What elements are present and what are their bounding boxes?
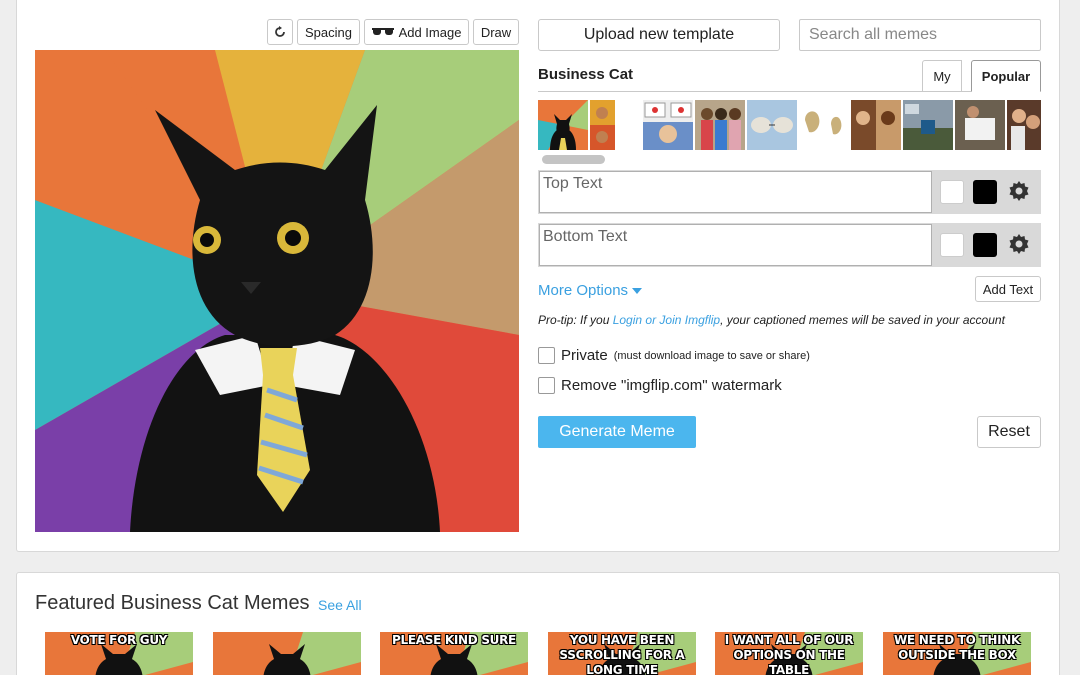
- template-thumbnail[interactable]: [1007, 100, 1041, 150]
- featured-meme-caption: VOTE FOR GUY: [70, 633, 168, 647]
- text-box-row-top: Top Text: [538, 170, 1041, 214]
- add-text-label: Add Text: [982, 281, 1034, 297]
- template-thumbnail[interactable]: [903, 100, 953, 150]
- bottom-text-placeholder: Bottom Text: [543, 228, 628, 245]
- tab-my[interactable]: My: [922, 60, 962, 92]
- template-thumbnail[interactable]: [538, 100, 588, 150]
- rotate-button[interactable]: [267, 19, 293, 45]
- template-thumbnail[interactable]: [799, 100, 849, 150]
- login-join-link[interactable]: Login or Join Imgflip: [613, 313, 720, 327]
- draw-button[interactable]: Draw: [473, 19, 519, 45]
- template-title: Business Cat: [538, 66, 634, 83]
- featured-meme[interactable]: YOU HAVE BEEN SSCROLLING FOR A LONG TIME: [548, 632, 696, 675]
- pro-tip: Pro-tip: If you Login or Join Imgflip, y…: [538, 313, 1005, 327]
- sunglasses-icon: [371, 28, 394, 35]
- featured-meme[interactable]: WE NEED TO THINK OUTSIDE THE BOX: [883, 632, 1031, 675]
- private-label: Private: [561, 347, 608, 364]
- generate-meme-label: Generate Meme: [559, 423, 675, 440]
- top-text-input[interactable]: Top Text: [539, 171, 932, 213]
- featured-meme[interactable]: PLEASE KIND SURE: [380, 632, 528, 675]
- gear-icon[interactable]: [1007, 232, 1031, 256]
- spacing-label: Spacing: [305, 24, 352, 40]
- template-thumbnail[interactable]: [955, 100, 1005, 150]
- draw-label: Draw: [480, 24, 512, 40]
- featured-meme-caption: I WANT ALL OF OUR OPTIONS ON THE TABLE: [724, 633, 854, 675]
- see-all-link[interactable]: See All: [318, 597, 362, 613]
- outline-color-picker[interactable]: [940, 233, 964, 257]
- remove-watermark-label: Remove "imgflip.com" watermark: [561, 377, 782, 394]
- featured-meme-caption: YOU HAVE BEEN SSCROLLING FOR A LONG TIME: [559, 633, 685, 675]
- add-image-label: Add Image: [398, 24, 462, 40]
- reset-button[interactable]: Reset: [977, 416, 1041, 448]
- pro-tip-prefix: Pro-tip: If you: [538, 313, 613, 327]
- featured-title: Featured Business Cat Memes: [35, 592, 310, 614]
- template-thumbnail[interactable]: [747, 100, 797, 150]
- featured-meme[interactable]: I WANT ALL OF OUR OPTIONS ON THE TABLE: [715, 632, 863, 675]
- featured-meme-caption: WE NEED TO THINK OUTSIDE THE BOX: [894, 633, 1020, 662]
- more-options-label: More Options: [538, 282, 629, 299]
- remove-watermark-checkbox[interactable]: [538, 377, 555, 394]
- thumbnail-strip-scrollbar[interactable]: [542, 155, 605, 164]
- upload-template-label: Upload new template: [583, 26, 735, 43]
- reset-label: Reset: [988, 423, 1030, 440]
- bottom-text-input[interactable]: Bottom Text: [539, 224, 932, 266]
- featured-meme[interactable]: VOTE FOR GUY: [45, 632, 193, 675]
- watermark-option[interactable]: Remove "imgflip.com" watermark: [538, 377, 782, 394]
- private-option[interactable]: Private (must download image to save or …: [538, 347, 810, 364]
- generate-meme-button[interactable]: Generate Meme: [538, 416, 696, 448]
- template-thumbnail[interactable]: [695, 100, 745, 150]
- tab-popular[interactable]: Popular: [971, 60, 1041, 92]
- fill-color-picker[interactable]: [973, 180, 997, 204]
- rotate-icon: [275, 26, 285, 37]
- search-memes-input[interactable]: Search all memes: [799, 19, 1041, 51]
- featured-meme[interactable]: [213, 632, 361, 675]
- template-thumbnail[interactable]: [590, 100, 615, 150]
- add-image-button[interactable]: Add Image: [364, 19, 469, 45]
- outline-color-picker[interactable]: [940, 180, 964, 204]
- more-options-toggle[interactable]: More Options: [538, 282, 643, 299]
- template-thumbnail-strip[interactable]: [538, 100, 1041, 152]
- top-text-placeholder: Top Text: [543, 175, 603, 192]
- text-box-row-bottom: Bottom Text: [538, 223, 1041, 267]
- pro-tip-suffix: , your captioned memes will be saved in …: [720, 313, 1005, 327]
- gear-icon[interactable]: [1007, 179, 1031, 203]
- template-thumbnail[interactable]: [643, 100, 693, 150]
- template-thumbnail[interactable]: [851, 100, 901, 150]
- fill-color-picker[interactable]: [973, 233, 997, 257]
- upload-template-button[interactable]: Upload new template: [538, 19, 780, 51]
- add-text-button[interactable]: Add Text: [975, 276, 1041, 302]
- featured-meme-caption: PLEASE KIND SURE: [392, 633, 516, 647]
- caret-down-icon: [632, 287, 643, 294]
- private-checkbox[interactable]: [538, 347, 555, 364]
- meme-canvas-business-cat-image[interactable]: [35, 50, 519, 532]
- spacing-button[interactable]: Spacing: [297, 19, 360, 45]
- tabs-divider: [538, 91, 1041, 92]
- private-note: (must download image to save or share): [613, 349, 810, 362]
- search-placeholder: Search all memes: [809, 26, 938, 43]
